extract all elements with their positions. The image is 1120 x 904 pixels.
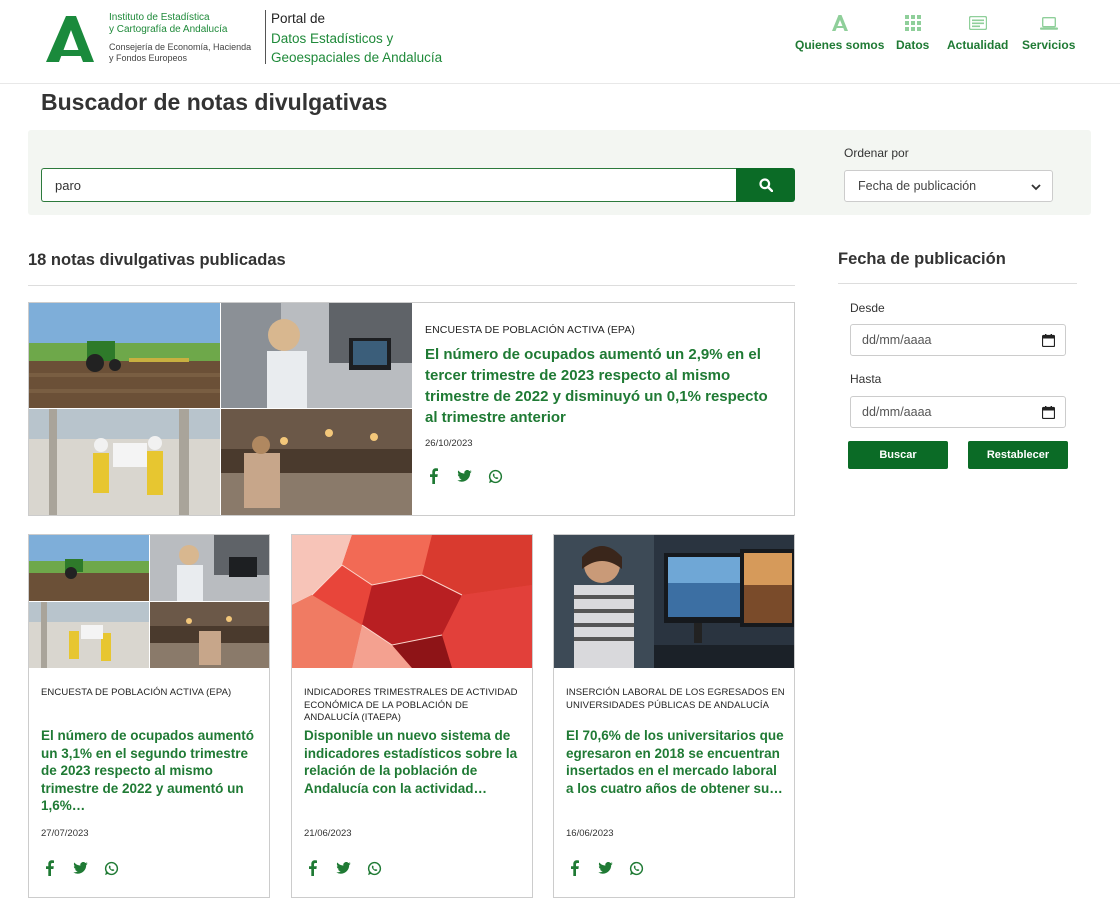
from-date-label: Desde (850, 301, 885, 315)
card-2-title[interactable]: Disponible un nuevo sistema de indicador… (304, 727, 526, 797)
search-button[interactable] (736, 168, 795, 202)
nav-datos[interactable]: Datos (896, 14, 929, 52)
search-input[interactable] (41, 168, 738, 202)
featured-note-card[interactable]: ENCUESTA DE POBLACIÓN ACTIVA (EPA) El nú… (28, 302, 795, 516)
card-3-share-links (566, 860, 659, 876)
sort-select[interactable]: Fecha de publicación (844, 170, 1053, 202)
note-card-3[interactable]: INSERCIÓN LABORAL DE LOS EGRESADOS EN UN… (553, 534, 795, 898)
card-1-category: ENCUESTA DE POBLACIÓN ACTIVA (EPA) (41, 687, 232, 698)
card-2-share-links (304, 860, 397, 876)
site-header: Instituto de Estadística y Cartografía d… (0, 0, 1120, 84)
card-3-category: INSERCIÓN LABORAL DE LOS EGRESADOS EN UN… (566, 687, 785, 711)
whatsapp-icon[interactable] (628, 860, 644, 876)
portal-title[interactable]: Portal de Datos Estadísticos y Geoespaci… (271, 9, 442, 68)
facebook-icon[interactable] (304, 860, 320, 876)
nav-actualidad[interactable]: Actualidad (947, 14, 1008, 52)
nav-servicios[interactable]: Servicios (1022, 14, 1075, 52)
card-1-date: 27/07/2023 (41, 828, 89, 839)
card-1-share-links (41, 860, 134, 876)
from-date-placeholder: dd/mm/aaaa (862, 333, 932, 347)
andalucia-logo-icon[interactable] (46, 16, 94, 62)
featured-date: 26/10/2023 (425, 438, 473, 449)
filter-divider (838, 283, 1077, 284)
sort-label: Ordenar por (844, 146, 909, 160)
card-3-title[interactable]: El 70,6% de los universitarios que egres… (566, 727, 788, 797)
search-panel: Ordenar por Fecha de publicación (28, 130, 1091, 215)
results-count: 18 notas divulgativas publicadas (28, 251, 286, 269)
card-1-title[interactable]: El número de ocupados aumentó un 3,1% en… (41, 727, 263, 815)
twitter-icon[interactable] (335, 860, 351, 876)
twitter-icon[interactable] (456, 468, 472, 484)
note-card-1[interactable]: ENCUESTA DE POBLACIÓN ACTIVA (EPA) El nú… (28, 534, 270, 898)
chevron-down-icon (1031, 184, 1041, 191)
featured-title[interactable]: El número de ocupados aumentó un 2,9% en… (425, 344, 777, 428)
filter-search-button[interactable]: Buscar (848, 441, 948, 469)
from-date-input[interactable]: dd/mm/aaaa (850, 324, 1066, 356)
facebook-icon[interactable] (566, 860, 582, 876)
consejeria-name: Consejería de Economía, Hacienda y Fondo… (109, 42, 252, 63)
note-card-2[interactable]: INDICADORES TRIMESTRALES DE ACTIVIDAD EC… (291, 534, 533, 898)
card-2-map-image[interactable] (292, 535, 532, 668)
card-3-date: 16/06/2023 (566, 828, 614, 839)
a-logo-icon (831, 14, 849, 32)
card-1-collage-image[interactable] (29, 535, 269, 668)
results-divider (28, 285, 795, 286)
twitter-icon[interactable] (597, 860, 613, 876)
news-icon (968, 14, 987, 32)
to-date-input[interactable]: dd/mm/aaaa (850, 396, 1066, 428)
date-filter-title: Fecha de publicación (838, 250, 1006, 268)
card-3-photo-image[interactable] (554, 535, 794, 668)
search-icon (758, 178, 773, 192)
card-2-date: 21/06/2023 (304, 828, 352, 839)
featured-collage-image[interactable] (29, 303, 412, 515)
calendar-icon[interactable] (1042, 406, 1055, 419)
twitter-icon[interactable] (72, 860, 88, 876)
facebook-icon[interactable] (41, 860, 57, 876)
page-title: Buscador de notas divulgativas (41, 89, 388, 115)
featured-share-links (425, 468, 518, 484)
filter-reset-button[interactable]: Restablecer (968, 441, 1068, 469)
whatsapp-icon[interactable] (366, 860, 382, 876)
institute-name[interactable]: Instituto de Estadística y Cartografía d… (109, 12, 227, 36)
to-date-placeholder: dd/mm/aaaa (862, 405, 932, 419)
nav-quienes-somos[interactable]: Quienes somos (795, 14, 884, 52)
laptop-icon (1039, 14, 1058, 32)
grid-icon (904, 14, 922, 32)
facebook-icon[interactable] (425, 468, 441, 484)
header-divider (265, 10, 266, 64)
whatsapp-icon[interactable] (487, 468, 503, 484)
whatsapp-icon[interactable] (103, 860, 119, 876)
sort-selected-value: Fecha de publicación (858, 179, 977, 193)
featured-category: ENCUESTA DE POBLACIÓN ACTIVA (EPA) (425, 324, 635, 336)
calendar-icon[interactable] (1042, 334, 1055, 347)
card-2-category: INDICADORES TRIMESTRALES DE ACTIVIDAD EC… (304, 687, 518, 723)
to-date-label: Hasta (850, 372, 882, 386)
